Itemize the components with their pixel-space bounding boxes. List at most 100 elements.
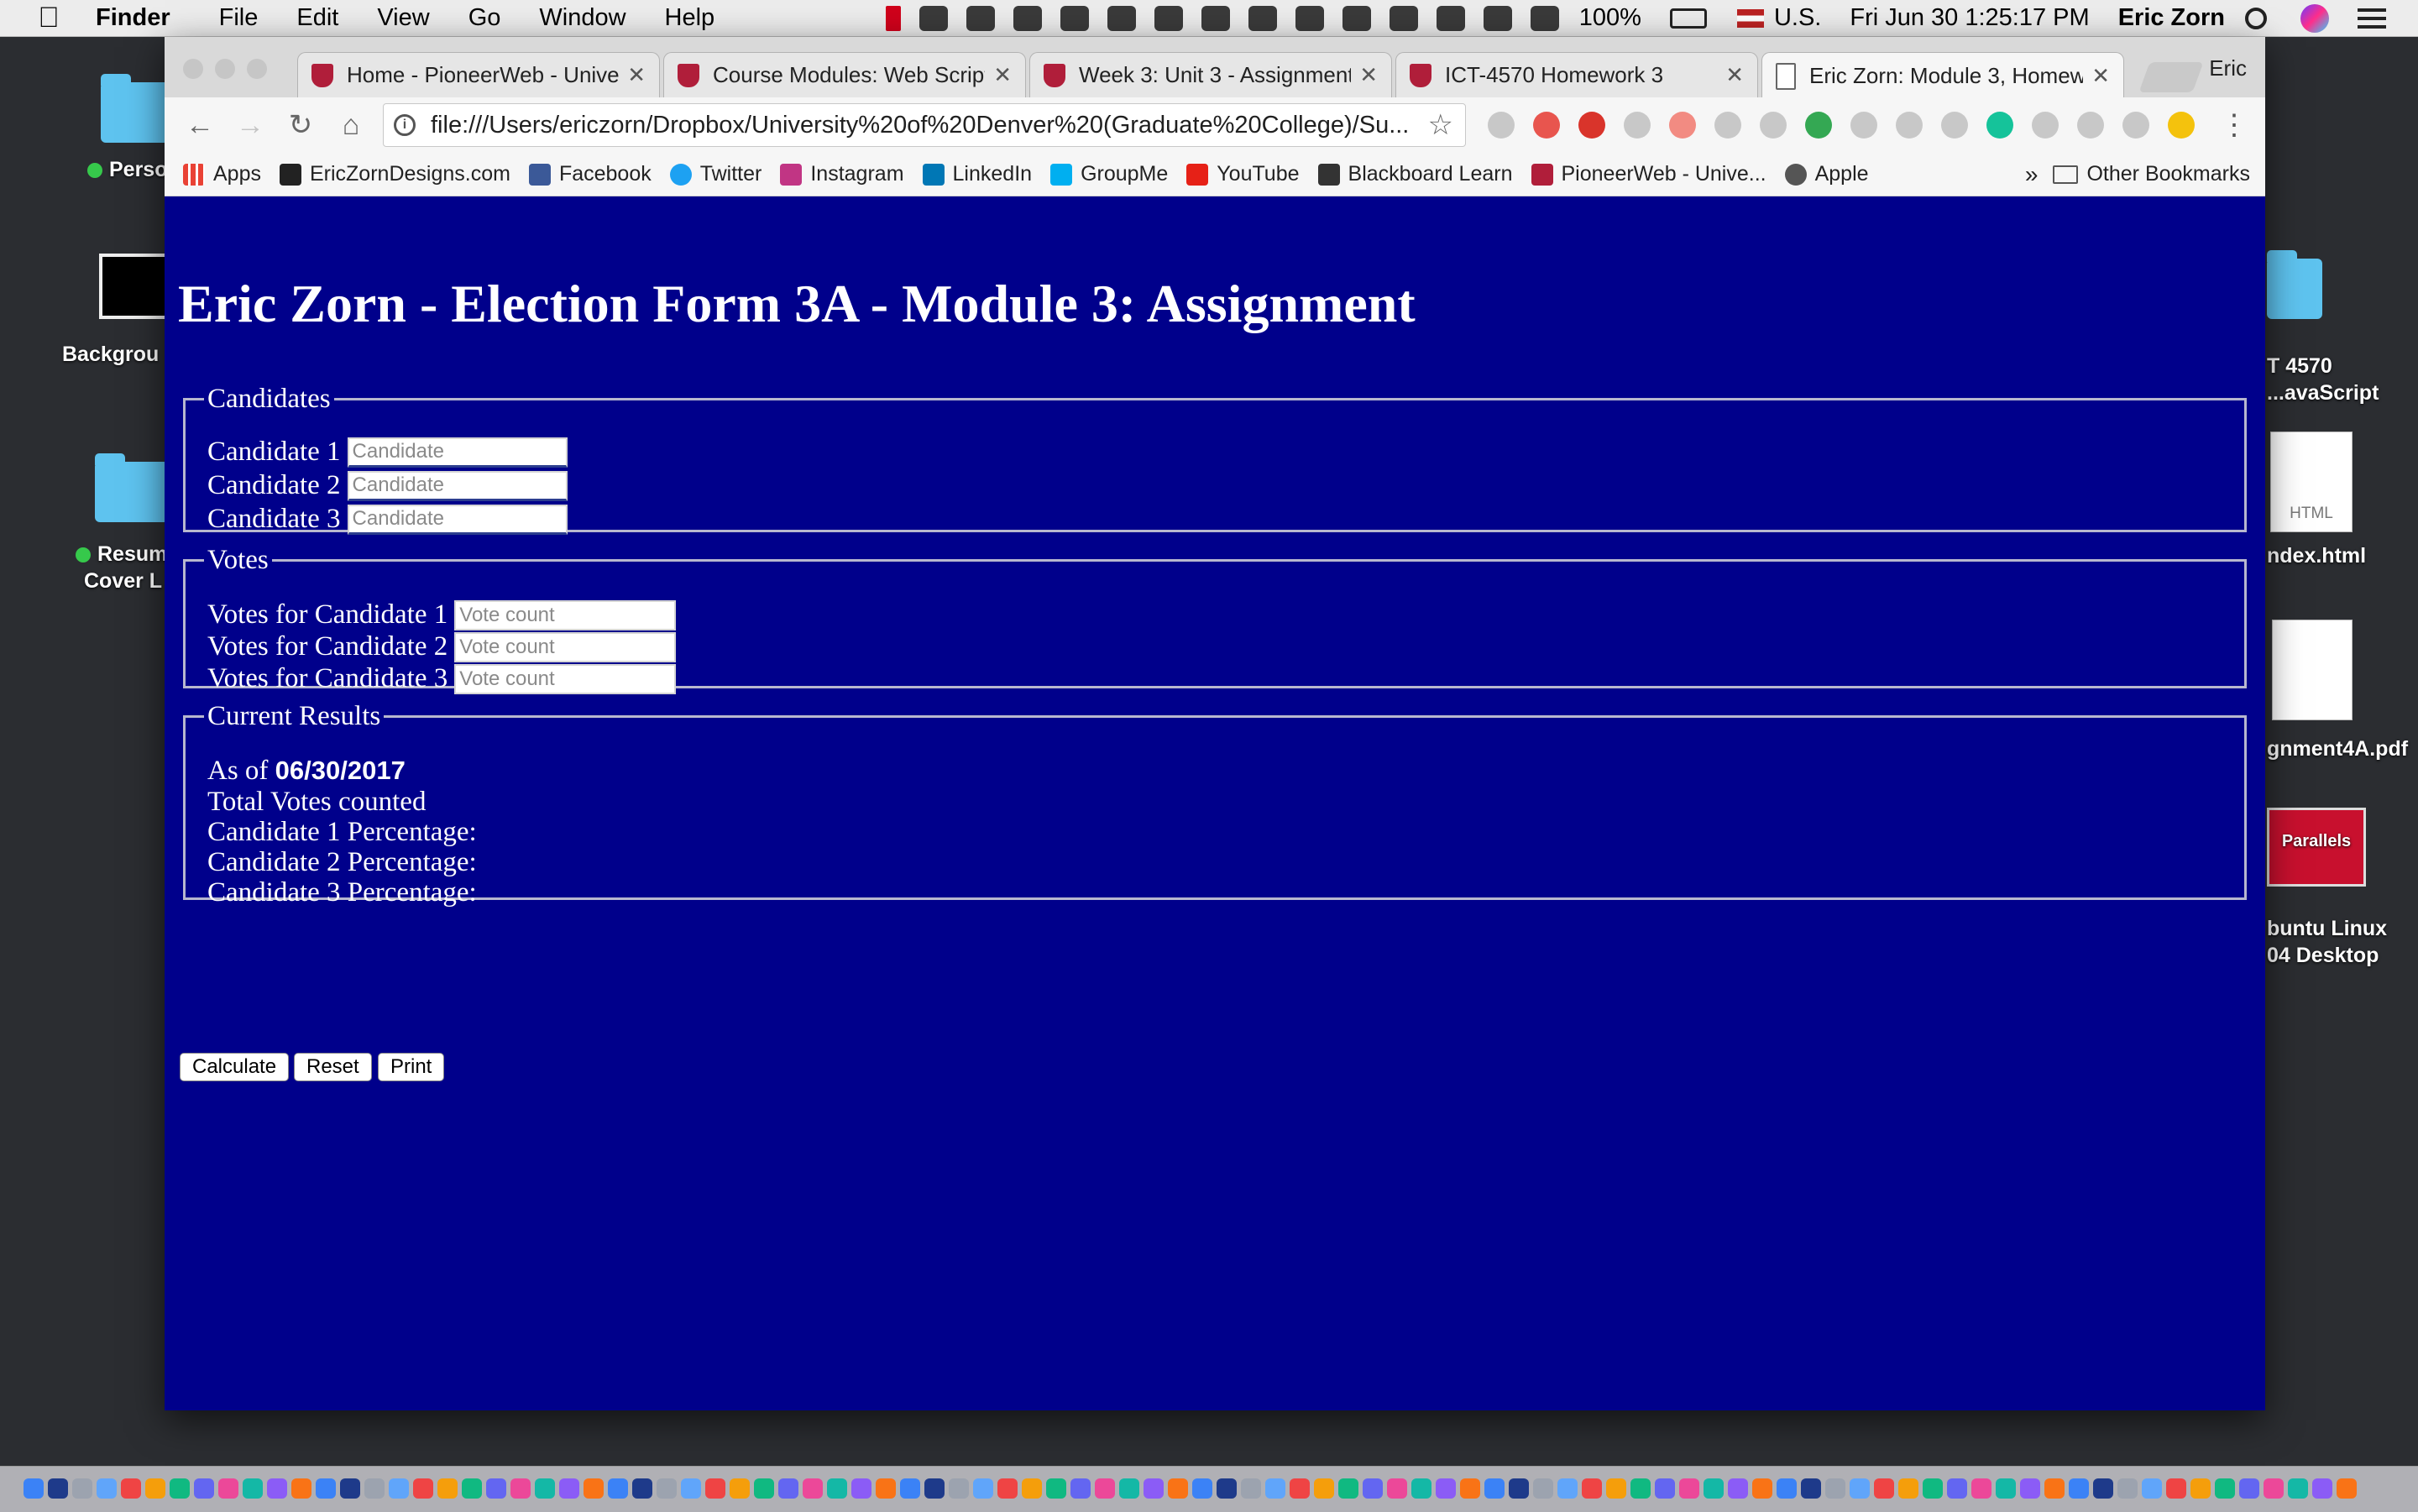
bookmark-facebook[interactable]: Facebook bbox=[528, 162, 652, 186]
dock-app-icon[interactable] bbox=[1484, 1478, 1505, 1499]
dock-app-icon[interactable] bbox=[462, 1478, 482, 1499]
bookmark-ericzorndesigns[interactable]: EricZornDesigns.com bbox=[279, 162, 510, 186]
votes-3-input[interactable] bbox=[454, 663, 677, 694]
tab-ict4570-homework[interactable]: ICT-4570 Homework 3 ✕ bbox=[1395, 52, 1758, 97]
bookmark-twitter[interactable]: Twitter bbox=[669, 162, 762, 186]
bookmark-apple[interactable]: Apple bbox=[1784, 162, 1869, 186]
battery-icon[interactable] bbox=[1669, 8, 1707, 29]
dock-app-icon[interactable] bbox=[2337, 1478, 2357, 1499]
dock-app-icon[interactable] bbox=[1825, 1478, 1845, 1499]
profile-button[interactable]: Eric bbox=[2209, 55, 2247, 81]
sketch-extension-icon[interactable] bbox=[2168, 112, 2195, 139]
menu-help[interactable]: Help bbox=[665, 4, 715, 32]
dock-app-icon[interactable] bbox=[1022, 1478, 1042, 1499]
dock-app-icon[interactable] bbox=[1728, 1478, 1748, 1499]
input-source[interactable]: U.S. bbox=[1774, 4, 1821, 32]
dock-app-icon[interactable] bbox=[1971, 1478, 1991, 1499]
desktop-file-index-html[interactable]: HTML ndex.html bbox=[2267, 432, 2401, 568]
bookmark-instagram[interactable]: Instagram bbox=[780, 162, 904, 186]
menu-edit[interactable]: Edit bbox=[296, 4, 338, 32]
dock-app-icon[interactable] bbox=[1290, 1478, 1310, 1499]
dock-app-icon[interactable] bbox=[218, 1478, 238, 1499]
dock-app-icon[interactable] bbox=[48, 1478, 68, 1499]
dock-app-icon[interactable] bbox=[2215, 1478, 2235, 1499]
info-icon[interactable]: i bbox=[394, 114, 416, 136]
apple-menu-icon[interactable]:  bbox=[32, 2, 65, 34]
dock-app-icon[interactable] bbox=[924, 1478, 945, 1499]
desktop-folder-ict4570[interactable]: T 4570 ...avaScript bbox=[2267, 250, 2401, 406]
tab-course-modules[interactable]: Course Modules: Web Scripting ✕ bbox=[663, 52, 1026, 97]
votes-2-input[interactable] bbox=[454, 631, 677, 662]
dock-app-icon[interactable] bbox=[608, 1478, 628, 1499]
dock-app-icon[interactable] bbox=[1752, 1478, 1772, 1499]
dock-app-icon[interactable] bbox=[2044, 1478, 2065, 1499]
dock-app-icon[interactable] bbox=[900, 1478, 920, 1499]
dock-app-icon[interactable] bbox=[949, 1478, 969, 1499]
dock-app-icon[interactable] bbox=[876, 1478, 896, 1499]
dock-app-icon[interactable] bbox=[1874, 1478, 1894, 1499]
other-bookmarks[interactable]: Other Bookmarks bbox=[2053, 162, 2250, 186]
back-arrow-icon[interactable]: ← bbox=[175, 109, 225, 142]
invision-icon[interactable] bbox=[1060, 5, 1089, 31]
tab-close-icon[interactable]: ✕ bbox=[2091, 63, 2110, 89]
bookmark-linkedin[interactable]: LinkedIn bbox=[922, 162, 1032, 186]
bookmarks-overflow-chevron-icon[interactable]: » bbox=[2025, 161, 2039, 188]
dock-app-icon[interactable] bbox=[657, 1478, 677, 1499]
cast-icon[interactable] bbox=[2122, 112, 2149, 139]
dock-app-icon[interactable] bbox=[24, 1478, 44, 1499]
dock-app-icon[interactable] bbox=[778, 1478, 798, 1499]
dock-app-icon[interactable] bbox=[559, 1478, 579, 1499]
dock-app-icon[interactable] bbox=[2020, 1478, 2040, 1499]
dock-app-icon[interactable] bbox=[1314, 1478, 1334, 1499]
bookmark-youtube[interactable]: YouTube bbox=[1186, 162, 1300, 186]
dock-app-icon[interactable] bbox=[72, 1478, 92, 1499]
menu-app-name[interactable]: Finder bbox=[96, 4, 170, 32]
dock-app-icon[interactable] bbox=[1533, 1478, 1553, 1499]
desktop-app-parallels[interactable]: Parallels buntu Linux 04 Desktop bbox=[2267, 808, 2401, 969]
dock-app-icon[interactable] bbox=[1582, 1478, 1602, 1499]
dock-app-icon[interactable] bbox=[1046, 1478, 1066, 1499]
pocket-extension-icon[interactable] bbox=[1669, 112, 1696, 139]
dock-app-icon[interactable] bbox=[973, 1478, 993, 1499]
desktop-file-assignment-pdf[interactable]: gnment4A.pdf bbox=[2267, 620, 2418, 761]
dock-app-icon[interactable] bbox=[1947, 1478, 1967, 1499]
dock-app-icon[interactable] bbox=[1679, 1478, 1699, 1499]
dock-app-icon[interactable] bbox=[316, 1478, 336, 1499]
address-url[interactable]: file:///Users/ericzorn/Dropbox/Universit… bbox=[431, 112, 1416, 139]
dock-app-icon[interactable] bbox=[364, 1478, 385, 1499]
candidate-3-input[interactable] bbox=[347, 504, 568, 535]
dock-app-icon[interactable] bbox=[2288, 1478, 2308, 1499]
dock-app-icon[interactable] bbox=[1217, 1478, 1237, 1499]
dock-app-icon[interactable] bbox=[1606, 1478, 1626, 1499]
calculate-button[interactable]: Calculate bbox=[180, 1053, 290, 1081]
bluetooth-icon[interactable] bbox=[1389, 5, 1418, 31]
backup-icon[interactable] bbox=[1107, 5, 1136, 31]
window-zoom-button[interactable] bbox=[247, 59, 267, 79]
eyedropper-extension-icon[interactable] bbox=[1488, 112, 1515, 139]
dock-app-icon[interactable] bbox=[1095, 1478, 1115, 1499]
drive-extension-icon[interactable] bbox=[1850, 112, 1877, 139]
dock-app-icon[interactable] bbox=[1630, 1478, 1651, 1499]
menu-file[interactable]: File bbox=[219, 4, 259, 32]
dock-app-icon[interactable] bbox=[1923, 1478, 1943, 1499]
dock-app-icon[interactable] bbox=[437, 1478, 458, 1499]
address-bar[interactable]: i file:///Users/ericzorn/Dropbox/Univers… bbox=[383, 103, 1466, 147]
dock-app-icon[interactable] bbox=[1192, 1478, 1212, 1499]
dock-app-icon[interactable] bbox=[1777, 1478, 1797, 1499]
chrome-menu-icon[interactable]: ⋮ bbox=[2220, 108, 2248, 142]
record-status-icon[interactable] bbox=[885, 5, 901, 31]
menu-go[interactable]: Go bbox=[468, 4, 501, 32]
dock-app-icon[interactable] bbox=[1898, 1478, 1918, 1499]
drive-icon[interactable] bbox=[1295, 5, 1324, 31]
dock-app-icon[interactable] bbox=[1704, 1478, 1724, 1499]
dock-app-icon[interactable] bbox=[1655, 1478, 1675, 1499]
dock-app-icon[interactable] bbox=[1119, 1478, 1139, 1499]
bookmark-pioneerweb[interactable]: PioneerWeb - Unive... bbox=[1531, 162, 1766, 186]
dock-app-icon[interactable] bbox=[170, 1478, 190, 1499]
dock-app-icon[interactable] bbox=[2117, 1478, 2138, 1499]
menubar-user[interactable]: Eric Zorn bbox=[2118, 4, 2225, 32]
dock-app-icon[interactable] bbox=[267, 1478, 287, 1499]
dock-app-icon[interactable] bbox=[1144, 1478, 1164, 1499]
dock-app-icon[interactable] bbox=[2142, 1478, 2162, 1499]
dock-app-icon[interactable] bbox=[1557, 1478, 1578, 1499]
